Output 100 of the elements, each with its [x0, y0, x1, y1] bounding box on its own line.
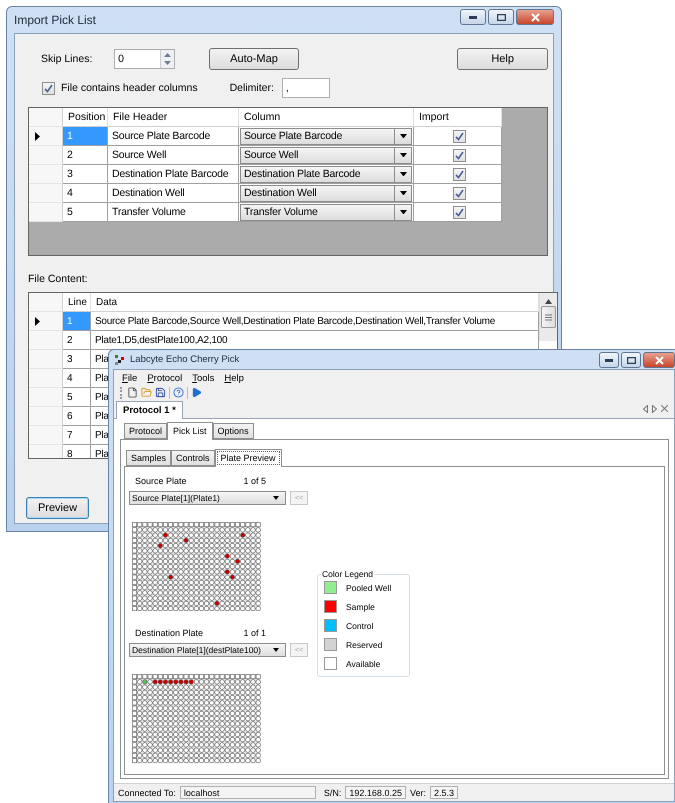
play-icon[interactable] — [191, 387, 202, 398]
table-cell: 2 — [63, 331, 91, 350]
row-header — [29, 108, 63, 127]
delimiter-field[interactable]: , — [282, 78, 330, 98]
scroll-thumb[interactable] — [541, 306, 556, 328]
close-button[interactable] — [516, 9, 554, 25]
menu-item[interactable]: Protocol — [147, 372, 182, 384]
version-field: 2.5.3 — [430, 786, 458, 799]
window-title: Import Pick List — [14, 13, 98, 27]
column-select[interactable]: Source Plate Barcode — [240, 128, 412, 144]
tab[interactable]: Plate Preview — [214, 449, 282, 467]
column-header[interactable]: Data — [91, 293, 539, 312]
table-cell: Source Well — [108, 146, 239, 165]
new-file-icon[interactable] — [127, 387, 138, 398]
current-row-icon — [35, 316, 40, 326]
checkbox[interactable] — [453, 130, 466, 142]
current-row-icon — [35, 132, 40, 140]
plate-select[interactable]: Destination Plate[1](destPlate100) — [129, 643, 286, 658]
column-header[interactable]: Position — [63, 108, 108, 127]
tab[interactable]: Pick List — [167, 422, 213, 440]
close-icon — [654, 356, 664, 364]
scroll-up-icon[interactable] — [545, 299, 552, 304]
dropdown-arrow-icon — [400, 152, 406, 158]
app-logo-icon — [115, 354, 125, 364]
table-cell: Source Plate Barcode — [108, 127, 239, 146]
close-icon — [530, 12, 540, 22]
tab[interactable]: Samples — [126, 450, 172, 466]
scrollbar[interactable] — [539, 293, 557, 341]
menu-item[interactable]: Tools — [192, 372, 214, 384]
legend-title: Color Legend — [321, 569, 374, 579]
maximize-button[interactable] — [621, 352, 641, 368]
maximize-button[interactable] — [488, 9, 514, 25]
menu-item[interactable]: File — [122, 372, 138, 384]
legend-label: Sample — [346, 602, 375, 612]
skip-lines-spinner[interactable]: 0 — [114, 49, 175, 69]
maximize-icon — [626, 356, 636, 364]
spin-arrows-icon — [160, 50, 174, 68]
plate-counter: 1 of 5 — [243, 476, 266, 486]
document-tab[interactable]: Protocol 1 * — [116, 401, 183, 419]
dropdown-arrow-icon — [400, 172, 406, 176]
dropdown-arrow-icon — [273, 496, 279, 500]
table-cell: Destination Plate Barcode — [108, 165, 239, 184]
scroll-right-icon[interactable] — [652, 405, 657, 413]
column-select[interactable]: Destination Well — [240, 184, 412, 202]
table-cell: 4 — [63, 184, 108, 203]
close-button[interactable] — [643, 352, 675, 368]
plate-label: Destination Plate — [135, 628, 204, 638]
column-header[interactable]: File Header — [108, 108, 239, 127]
version-label: Ver: — [410, 788, 426, 798]
close-icon[interactable] — [661, 405, 668, 412]
column-header[interactable]: Import — [414, 108, 502, 127]
dropdown-arrow-icon — [273, 648, 279, 652]
table-cell: Source Plate Barcode,Source Well,Destination Plate Barcode,Destination Well,Transfer Volume — [91, 312, 539, 331]
column-header[interactable]: Column — [239, 108, 414, 127]
legend-label: Control — [346, 620, 374, 630]
scroll-left-icon[interactable] — [643, 405, 648, 413]
column-select[interactable]: Source Well — [240, 146, 412, 164]
table-cell: 2 — [63, 146, 108, 165]
plate-select[interactable]: Source Plate[1](Plate1) — [129, 491, 286, 505]
table-cell: 1 — [63, 312, 91, 331]
row-header[interactable] — [29, 312, 63, 331]
table-cell: 1 — [63, 127, 108, 146]
table-cell: 6 — [63, 407, 91, 426]
table-cell: Transfer Volume — [108, 203, 239, 222]
checkbox[interactable] — [42, 82, 55, 94]
help-icon[interactable] — [173, 387, 184, 398]
checkbox[interactable] — [453, 168, 466, 180]
maximize-icon — [496, 14, 506, 20]
preview-button[interactable]: Preview — [26, 497, 89, 519]
minimize-icon — [469, 16, 477, 18]
table-cell: Destination Well — [108, 184, 239, 203]
dropdown-arrow-icon — [400, 190, 406, 196]
dropdown-arrow-icon — [400, 134, 406, 138]
serial-field: 192.168.0.25 — [345, 786, 406, 799]
column-header[interactable]: Line — [63, 293, 91, 312]
save-icon[interactable] — [155, 387, 166, 398]
tab[interactable]: Controls — [171, 450, 215, 466]
serial-label: S/N: — [324, 788, 342, 798]
minimize-button[interactable] — [460, 9, 486, 25]
checkbox[interactable] — [453, 206, 466, 218]
header-columns-label: File contains header columns — [61, 82, 198, 94]
row-header[interactable] — [29, 127, 63, 146]
table-cell: 5 — [63, 388, 91, 407]
checkbox[interactable] — [453, 186, 466, 200]
column-select[interactable]: Destination Plate Barcode — [240, 166, 412, 182]
help-button[interactable]: Help — [457, 48, 548, 70]
plate-counter: 1 of 1 — [243, 628, 266, 638]
minimize-icon — [605, 358, 613, 362]
legend-label: Reserved — [346, 640, 382, 650]
column-select[interactable]: Transfer Volume — [240, 204, 412, 220]
table-cell: 3 — [63, 350, 91, 369]
connected-field: localhost — [180, 786, 316, 799]
tab[interactable]: Protocol — [124, 423, 168, 439]
tab[interactable]: Options — [212, 423, 254, 439]
window-title: Labcyte Echo Cherry Pick — [130, 354, 240, 365]
checkbox[interactable] — [453, 148, 466, 162]
minimize-button[interactable] — [599, 352, 619, 368]
skip-lines-label: Skip Lines: — [41, 53, 94, 65]
menu-item[interactable]: Help — [224, 372, 244, 384]
auto-map-button[interactable]: Auto-Map — [208, 48, 300, 70]
